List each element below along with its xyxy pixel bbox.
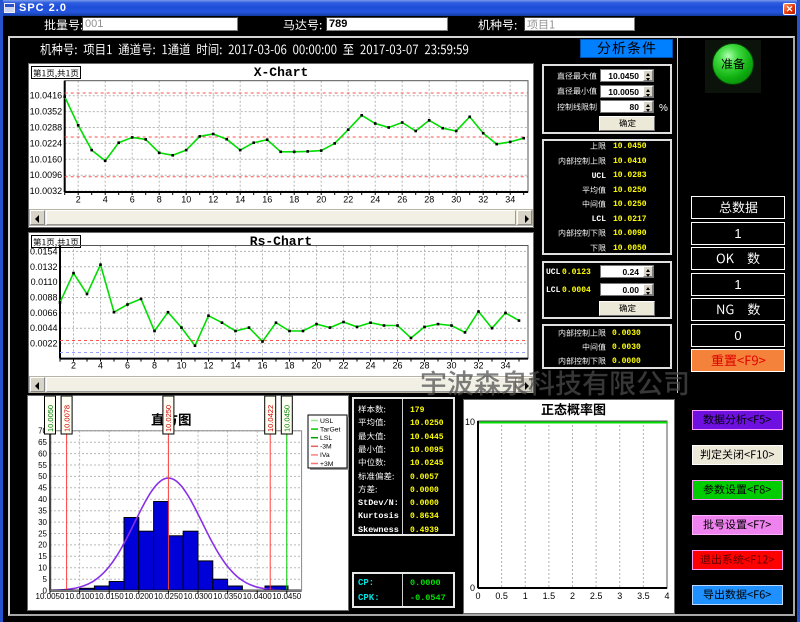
svg-text:65: 65: [38, 438, 47, 447]
svg-text:18: 18: [284, 361, 294, 371]
svg-text:0: 0: [470, 583, 475, 593]
svg-text:10.0288: 10.0288: [30, 123, 63, 133]
svg-text:0: 0: [475, 591, 480, 601]
svg-text:LSL: LSL: [320, 435, 332, 442]
svg-text:0.5: 0.5: [495, 591, 508, 601]
svg-text:0.0110: 0.0110: [31, 277, 58, 287]
svg-text:50: 50: [38, 472, 47, 481]
svg-text:34: 34: [505, 195, 515, 205]
svg-text:10.0160: 10.0160: [30, 154, 63, 164]
svg-text:12: 12: [203, 361, 213, 371]
svg-text:32: 32: [473, 361, 483, 371]
svg-text:32: 32: [478, 195, 488, 205]
svg-text:3: 3: [617, 591, 622, 601]
svg-text:22: 22: [343, 195, 353, 205]
svg-text:3.5: 3.5: [637, 591, 650, 601]
svg-text:10.0450: 10.0450: [283, 405, 292, 432]
svg-text:60: 60: [38, 449, 47, 458]
svg-text:0.0154: 0.0154: [30, 246, 58, 256]
svg-text:24: 24: [370, 195, 380, 205]
svg-text:0.0088: 0.0088: [30, 293, 58, 303]
svg-text:12: 12: [208, 195, 218, 205]
svg-text:2: 2: [71, 361, 76, 371]
svg-text:0.0022: 0.0022: [30, 339, 58, 349]
svg-text:25: 25: [38, 529, 47, 538]
svg-text:16: 16: [262, 195, 272, 205]
svg-text:20: 20: [38, 541, 47, 550]
svg-text:10.0352: 10.0352: [30, 107, 63, 117]
svg-text:1: 1: [523, 591, 528, 601]
svg-text:10: 10: [181, 195, 191, 205]
svg-text:4: 4: [98, 361, 103, 371]
svg-text:USL: USL: [320, 418, 333, 425]
svg-text:2.5: 2.5: [590, 591, 603, 601]
svg-text:14: 14: [235, 195, 245, 205]
svg-text:10: 10: [465, 417, 475, 427]
svg-text:30: 30: [451, 195, 461, 205]
svg-text:30: 30: [38, 518, 47, 527]
svg-text:10.0096: 10.0096: [30, 170, 63, 180]
svg-text:8: 8: [152, 361, 157, 371]
svg-text:4: 4: [664, 591, 669, 601]
svg-text:16: 16: [257, 361, 267, 371]
svg-text:15: 15: [38, 552, 47, 561]
svg-text:26: 26: [392, 361, 402, 371]
svg-text:20: 20: [316, 195, 326, 205]
svg-text:30: 30: [446, 361, 456, 371]
svg-text:1.5: 1.5: [543, 591, 556, 601]
svg-text:26: 26: [397, 195, 407, 205]
svg-text:8: 8: [157, 195, 162, 205]
svg-text:6: 6: [125, 361, 130, 371]
svg-text:45: 45: [38, 484, 47, 493]
svg-text:10.0250: 10.0250: [164, 405, 173, 432]
svg-text:10.0050: 10.0050: [46, 405, 55, 432]
svg-text:20: 20: [311, 361, 321, 371]
svg-text:-3M: -3M: [320, 444, 332, 451]
svg-text:0.0044: 0.0044: [30, 323, 58, 333]
svg-text:35: 35: [38, 507, 47, 516]
svg-text:IVa: IVa: [320, 452, 330, 459]
svg-text:28: 28: [424, 195, 434, 205]
svg-text:28: 28: [419, 361, 429, 371]
svg-text:24: 24: [365, 361, 375, 371]
svg-text:0.0132: 0.0132: [30, 262, 58, 272]
svg-text:55: 55: [38, 461, 47, 470]
svg-text:14: 14: [230, 361, 240, 371]
svg-text:4: 4: [103, 195, 108, 205]
svg-text:10.0224: 10.0224: [30, 138, 63, 148]
svg-text:10.0422: 10.0422: [266, 405, 275, 432]
svg-text:2: 2: [76, 195, 81, 205]
svg-text:34: 34: [500, 361, 510, 371]
svg-text:5: 5: [43, 575, 48, 584]
svg-text:40: 40: [38, 495, 47, 504]
svg-text:6: 6: [130, 195, 135, 205]
svg-text:10.0032: 10.0032: [30, 186, 63, 196]
svg-text:10: 10: [176, 361, 186, 371]
svg-text:2: 2: [570, 591, 575, 601]
svg-text:+3M: +3M: [320, 461, 334, 468]
svg-text:10: 10: [38, 564, 47, 573]
svg-text:TarGet: TarGet: [320, 426, 341, 433]
svg-text:0.0066: 0.0066: [30, 308, 58, 318]
svg-text:18: 18: [289, 195, 299, 205]
svg-text:10.0078: 10.0078: [62, 405, 71, 432]
svg-text:22: 22: [338, 361, 348, 371]
svg-text:10.0416: 10.0416: [30, 91, 63, 101]
